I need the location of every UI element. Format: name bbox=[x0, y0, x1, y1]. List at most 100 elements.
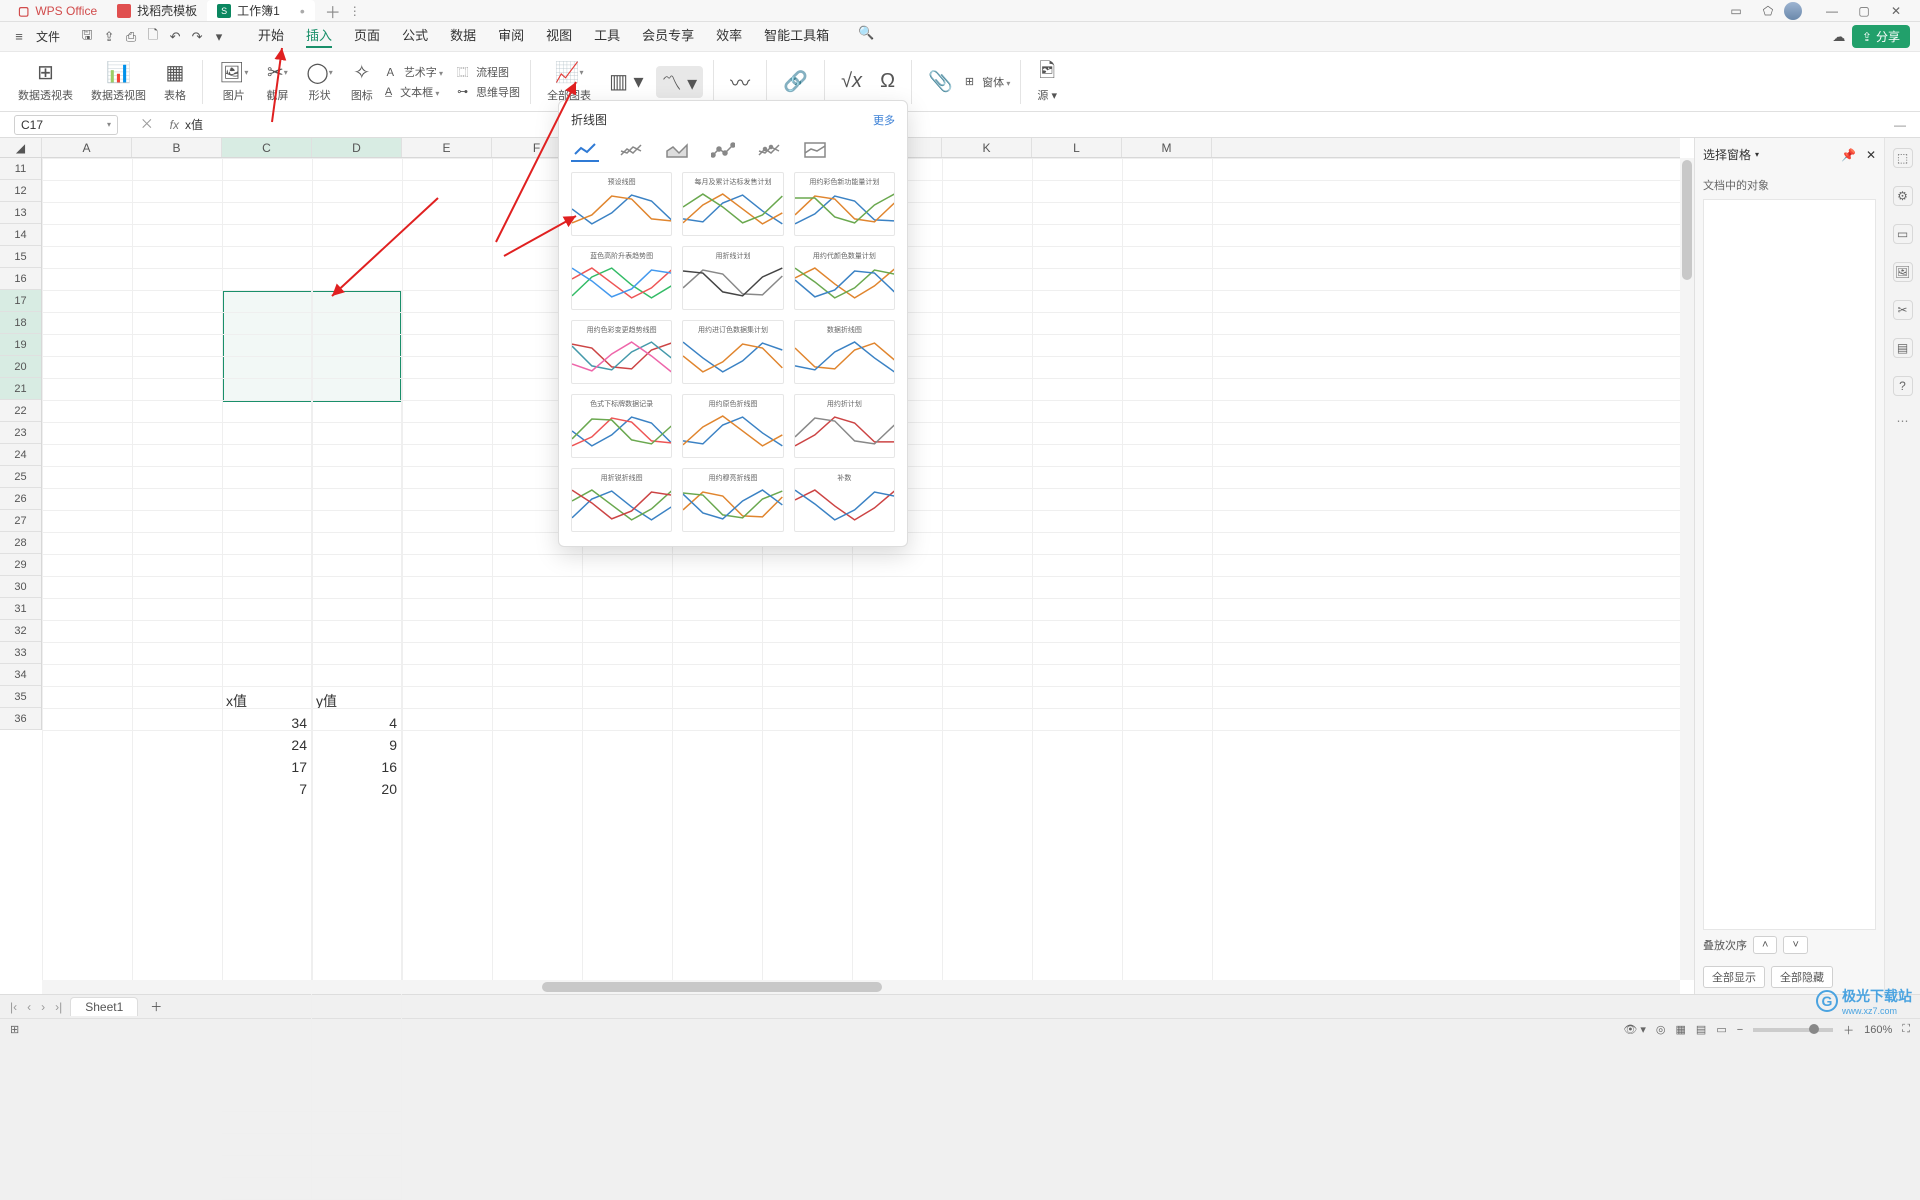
fullscreen-icon[interactable]: ⛶ bbox=[1902, 1023, 1910, 1036]
view-target-icon[interactable]: ◎ bbox=[1656, 1023, 1666, 1036]
row-17[interactable]: 17 bbox=[0, 290, 41, 312]
horizontal-scrollbar[interactable] bbox=[42, 980, 1680, 994]
mindmap-button[interactable]: ⊶思维导图 bbox=[457, 84, 520, 100]
row-11[interactable]: 11 bbox=[0, 158, 41, 180]
move-up-button[interactable]: ˄ bbox=[1753, 936, 1777, 954]
cube-icon[interactable]: ⬠ bbox=[1752, 4, 1784, 18]
name-box[interactable]: C17▾ bbox=[14, 115, 118, 135]
row-20[interactable]: 20 bbox=[0, 356, 41, 378]
textbox-button[interactable]: A̲文本框 bbox=[385, 84, 443, 100]
row-27[interactable]: 27 bbox=[0, 510, 41, 532]
tab-formula[interactable]: 公式 bbox=[402, 25, 428, 48]
pivot-table-button[interactable]: ⊞数据透视表 bbox=[12, 61, 79, 103]
col-K[interactable]: K bbox=[942, 138, 1032, 157]
sheet-last-icon[interactable]: ›| bbox=[55, 1000, 62, 1014]
tab-insert[interactable]: 插入 bbox=[306, 25, 332, 48]
resource-button[interactable]: 🖻源 ▾ bbox=[1031, 61, 1063, 103]
sparkline-button[interactable]: 〰 bbox=[724, 70, 756, 94]
tab-smart[interactable]: 智能工具箱 bbox=[764, 25, 829, 48]
rail-select-icon[interactable]: ⬚ bbox=[1893, 148, 1913, 168]
layout-icon[interactable]: ▭ bbox=[1720, 4, 1752, 18]
col-A[interactable]: A bbox=[42, 138, 132, 157]
fx-cancel-icon[interactable]: ⨉ bbox=[142, 117, 152, 132]
maximize-button[interactable]: ▢ bbox=[1848, 4, 1880, 18]
tab-start[interactable]: 开始 bbox=[258, 25, 284, 48]
hide-all-button[interactable]: 全部隐藏 bbox=[1771, 966, 1833, 988]
export-icon[interactable]: ⇪ bbox=[100, 29, 118, 45]
add-sheet-button[interactable]: ＋ bbox=[150, 998, 162, 1015]
chart-type-stacked-pct[interactable] bbox=[801, 138, 829, 162]
row-29[interactable]: 29 bbox=[0, 554, 41, 576]
row-18[interactable]: 18 bbox=[0, 312, 41, 334]
chart-thumb-7[interactable]: 用约进订色数据集计划 bbox=[682, 320, 783, 384]
undo-icon[interactable]: ↶ bbox=[166, 29, 184, 45]
formula-value[interactable]: x值 bbox=[185, 116, 203, 133]
chart-type-stacked-marker[interactable] bbox=[755, 138, 783, 162]
zoom-slider[interactable] bbox=[1753, 1028, 1833, 1032]
chart-thumb-12[interactable]: 用折锐折线图 bbox=[571, 468, 672, 532]
template-tab[interactable]: 找稻壳模板 bbox=[107, 0, 207, 21]
line-chart-button[interactable]: 〽 ▾ bbox=[656, 66, 704, 98]
tab-menu-icon[interactable]: ⋮ bbox=[349, 4, 361, 18]
cloud-icon[interactable]: ☁ bbox=[1830, 29, 1848, 45]
chart-thumb-3[interactable]: 蓝色高阶升表趋势图 bbox=[571, 246, 672, 310]
hamburger-icon[interactable]: ≡ bbox=[10, 29, 28, 44]
view-eye-icon[interactable]: 👁 ▾ bbox=[1623, 1023, 1646, 1036]
icon-button[interactable]: ✧图标 bbox=[345, 61, 379, 103]
row-31[interactable]: 31 bbox=[0, 598, 41, 620]
move-down-button[interactable]: ˅ bbox=[1783, 936, 1807, 954]
chart-thumb-1[interactable]: 每月及累计达标发售计划 bbox=[682, 172, 783, 236]
search-icon[interactable]: 🔍 bbox=[857, 25, 875, 48]
chart-thumb-9[interactable]: 色式下标牌数据记录 bbox=[571, 394, 672, 458]
avatar-icon[interactable] bbox=[1784, 2, 1816, 20]
bar-chart-button[interactable]: ▥ ▾ bbox=[603, 70, 650, 94]
row-14[interactable]: 14 bbox=[0, 224, 41, 246]
tab-data[interactable]: 数据 bbox=[450, 25, 476, 48]
vertical-scrollbar[interactable] bbox=[1680, 158, 1694, 980]
wordart-button[interactable]: Ａ艺术字 bbox=[385, 64, 443, 80]
row-30[interactable]: 30 bbox=[0, 576, 41, 598]
row-34[interactable]: 34 bbox=[0, 664, 41, 686]
rail-layout-icon[interactable]: ▤ bbox=[1893, 338, 1913, 358]
chart-type-multi-line[interactable] bbox=[617, 138, 645, 162]
row-26[interactable]: 26 bbox=[0, 488, 41, 510]
rail-help-icon[interactable]: ? bbox=[1893, 376, 1913, 396]
screenshot-button[interactable]: ✂截屏 bbox=[260, 61, 294, 103]
chart-thumb-5[interactable]: 用约代颜色数量计划 bbox=[794, 246, 895, 310]
print-icon[interactable]: ⎙ bbox=[122, 29, 140, 45]
col-M[interactable]: M bbox=[1122, 138, 1212, 157]
close-button[interactable]: ✕ bbox=[1880, 4, 1912, 18]
row-25[interactable]: 25 bbox=[0, 466, 41, 488]
zoom-value[interactable]: 160% bbox=[1864, 1024, 1892, 1036]
form-button[interactable]: ⊞窗体 bbox=[965, 74, 1010, 90]
zoom-out-button[interactable]: − bbox=[1737, 1024, 1743, 1036]
save-icon[interactable]: 🖫 bbox=[78, 26, 96, 48]
col-E[interactable]: E bbox=[402, 138, 492, 157]
col-L[interactable]: L bbox=[1032, 138, 1122, 157]
row-23[interactable]: 23 bbox=[0, 422, 41, 444]
chart-thumb-13[interactable]: 用约穆亮折线图 bbox=[682, 468, 783, 532]
row-33[interactable]: 33 bbox=[0, 642, 41, 664]
chart-thumb-4[interactable]: 用折线计划 bbox=[682, 246, 783, 310]
picture-button[interactable]: 🖼图片 bbox=[213, 61, 254, 103]
tab-tools[interactable]: 工具 bbox=[594, 25, 620, 48]
zoom-in-button[interactable]: ＋ bbox=[1843, 1022, 1854, 1038]
add-tab-button[interactable]: ＋ bbox=[325, 0, 341, 23]
equation-button[interactable]: √x bbox=[835, 70, 868, 94]
rail-more-icon[interactable]: ⋯ bbox=[1897, 414, 1909, 428]
row-19[interactable]: 19 bbox=[0, 334, 41, 356]
fx-icon[interactable]: fx bbox=[170, 118, 179, 132]
object-list[interactable] bbox=[1703, 199, 1876, 930]
chart-thumb-10[interactable]: 用约原色折线图 bbox=[682, 394, 783, 458]
document-tab[interactable]: S 工作簿1 • bbox=[207, 0, 315, 21]
cell-D21[interactable]: 20 bbox=[312, 378, 402, 1200]
chart-thumb-8[interactable]: 数据折线图 bbox=[794, 320, 895, 384]
chart-thumb-0[interactable]: 预设线图 bbox=[571, 172, 672, 236]
all-charts-button[interactable]: 📈全部图表 bbox=[541, 61, 597, 103]
redo-icon[interactable]: ↷ bbox=[188, 29, 206, 45]
chart-thumb-2[interactable]: 用约彩色新功能量计划 bbox=[794, 172, 895, 236]
tab-review[interactable]: 审阅 bbox=[498, 25, 524, 48]
row-24[interactable]: 24 bbox=[0, 444, 41, 466]
chart-type-area-line[interactable] bbox=[663, 138, 691, 162]
select-all-corner[interactable]: ◢ bbox=[0, 138, 42, 157]
